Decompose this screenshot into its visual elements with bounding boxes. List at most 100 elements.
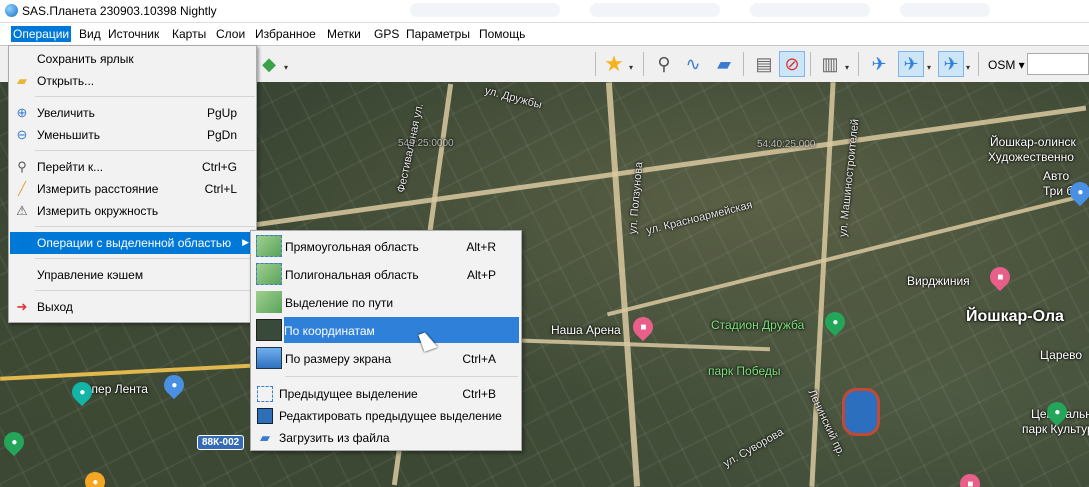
menu-item-measure-circle[interactable]: ⚠ Измерить окружность [10,200,255,222]
chevron-down-icon[interactable]: ▾ [966,63,970,72]
gps-center-icon[interactable]: ✈ [938,51,964,77]
submenu-item-screen-size[interactable]: По размеру экрана Ctrl+A [252,345,520,371]
menu-source[interactable]: Источник [106,26,161,42]
menu-item-selection-operations[interactable]: Операции с выделенной областью ▶ [10,232,255,254]
map-pin-icon[interactable]: ● [1065,177,1089,207]
folder-icon: ▰ [17,73,27,88]
shortcut-label: Ctrl+B [462,387,496,401]
submenu-item-edit-previous[interactable]: Редактировать предыдущее выделение [252,404,520,426]
separator [35,258,255,259]
path-icon[interactable]: ∿ [680,51,706,77]
gps-track-icon[interactable]: ✈ [898,51,924,77]
stadium-track [842,388,880,436]
submenu-item-load-from-file[interactable]: ▰ Загрузить из файла [252,426,520,448]
menu-favorites[interactable]: Избранное [253,26,318,42]
poi-label: Наша Арена [551,323,621,337]
menu-item-label: Перейти к... [37,160,104,174]
menu-help[interactable]: Помощь [477,26,527,42]
menu-item-zoom-out[interactable]: ⊖ Уменьшить PgDn [10,124,255,146]
poi-label: Йошкар-олинск [990,135,1076,149]
menu-maps[interactable]: Карты [170,26,208,42]
shop-pin-icon[interactable]: ● [159,370,189,400]
menu-item-exit[interactable]: ➜ Выход [10,296,255,318]
shortcut-label: Alt+R [466,240,496,254]
monitor-icon [256,347,282,369]
menu-item-measure-distance[interactable]: ╱ Измерить расстояние Ctrl+L [10,178,255,200]
stadium-pin-icon[interactable]: ● [820,307,850,337]
menu-operations[interactable]: Операции [11,26,72,42]
poi-label: Царево [1040,348,1083,362]
submenu-arrow-icon: ▶ [242,237,249,247]
submenu-item-polygon[interactable]: Полигональная область Alt+P [252,261,520,287]
coordinates-selection-icon [256,319,282,341]
road [253,105,1087,228]
shortcut-label: Ctrl+L [204,182,237,196]
background-tab [750,3,870,17]
menu-item-label: Открыть... [37,74,95,88]
cache-icon[interactable]: ▥ [817,51,843,77]
submenu-item-rectangle[interactable]: Прямоугольная область Alt+R [252,233,520,259]
submenu-item-previous-selection[interactable]: Предыдущее выделение Ctrl+B [252,382,520,404]
street-label: ул. Красноармейская [645,199,754,237]
menu-item-zoom-in[interactable]: ⊕ Увеличить PgUp [10,102,255,124]
window-title: SAS.Планета 230903.10398 Nightly [22,4,217,18]
menu-view[interactable]: Вид [77,26,103,42]
chevron-down-icon[interactable]: ▾ [629,63,633,72]
poi-label: Авто [1043,169,1070,183]
shortcut-label: Ctrl+G [201,160,237,174]
menu-item-open[interactable]: ▰ Открыть... [10,70,255,92]
submenu-item-label: По координатам [284,324,375,338]
background-tab [900,3,990,17]
chevron-down-icon[interactable]: ▾ [927,63,931,72]
menu-parameters[interactable]: Параметры [404,26,472,42]
operations-menu: Сохранить ярлык ▰ Открыть... ⊕ Увеличить… [8,45,257,323]
title-bar: SAS.Планета 230903.10398 Nightly [0,0,1089,23]
map-source-select[interactable]: OSM ▾ [988,58,1025,72]
separator [35,150,255,151]
polygon-selection-icon [256,263,282,285]
separator [643,52,644,76]
selection-submenu: Прямоугольная область Alt+R Полигональна… [250,230,522,451]
map-pin-icon[interactable]: ● [80,467,110,487]
chevron-down-icon[interactable]: ▾ [284,63,288,72]
menu-layers[interactable]: Слои [214,26,247,42]
search-input[interactable] [1027,53,1089,75]
hotel-pin-icon[interactable]: ■ [628,312,658,342]
menu-item-label: Измерить расстояние [37,182,159,196]
menu-item-cache-management[interactable]: Управление кэшем [10,264,255,286]
park-pin-icon[interactable]: ● [0,427,29,457]
menu-item-go-to[interactable]: ⚲ Перейти к... Ctrl+G [10,156,255,178]
separator [285,376,518,377]
star-icon[interactable]: ★ [601,51,627,77]
menu-item-save-shortcut[interactable]: Сохранить ярлык [10,48,255,70]
street-label: ул. Машиностроителей [837,118,862,238]
route-badge: 88К-002 [197,435,245,450]
submenu-item-by-path[interactable]: Выделение по пути [252,289,520,315]
menu-marks[interactable]: Метки [325,26,363,42]
hotel-pin-icon[interactable]: ■ [955,469,985,487]
marks-list-icon[interactable]: ▤ [751,51,777,77]
submenu-item-label: Загрузить из файла [279,431,390,445]
chevron-down-icon[interactable]: ▾ [845,63,849,72]
previous-selection-icon [257,386,273,402]
city-label: Йошкар-Ола [966,308,1064,325]
hide-marks-icon[interactable]: ⊘ [779,51,805,77]
separator [858,52,859,76]
poi-label: парк Победы [708,364,781,378]
menu-item-label: Сохранить ярлык [37,52,134,66]
placemark-icon[interactable]: ⚲ [651,51,677,77]
polygon-icon[interactable]: ▰ [711,51,737,77]
menu-item-label: Управление кэшем [37,268,144,282]
shortcut-label: PgDn [206,128,237,142]
submenu-item-by-coordinates[interactable]: По координатам [284,317,519,343]
app-globe-icon [5,4,18,17]
shortcut-label: PgUp [206,106,237,120]
layers-icon[interactable]: ◆ [256,51,282,77]
menu-gps[interactable]: GPS [372,26,401,42]
submenu-item-label: Редактировать предыдущее выделение [279,409,502,423]
coordinate-label: 54:40:25.000 [757,139,816,150]
separator [743,52,744,76]
gps-satellite-icon[interactable]: ✈ [866,51,892,77]
hotel-pin-icon[interactable]: ■ [985,262,1015,292]
edit-selection-icon [257,408,273,424]
